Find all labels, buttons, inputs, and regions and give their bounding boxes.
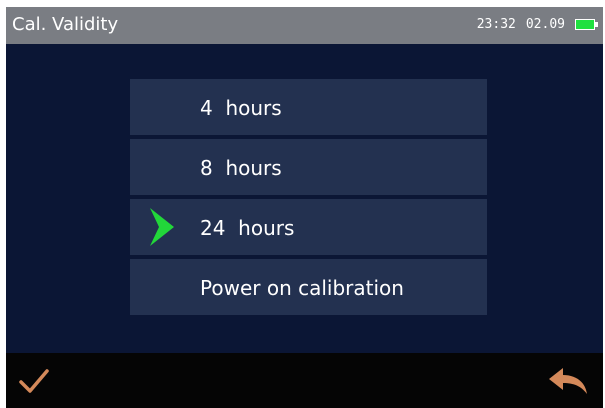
device-screen: Cal. Validity 23:32 02.09 4 hours 8 hour… [6, 7, 603, 408]
option-label: 4 hours [200, 96, 282, 120]
checkmark-icon[interactable] [18, 365, 50, 397]
option-8-hours[interactable]: 8 hours [130, 139, 487, 195]
option-power-on-calibration[interactable]: Power on calibration [130, 259, 487, 315]
back-arrow-icon[interactable] [547, 365, 589, 397]
validity-options-list: 4 hours 8 hours 24 hours Power on calibr… [130, 79, 487, 319]
clock-time: 23:32 [476, 17, 516, 32]
option-label: Power on calibration [200, 276, 404, 300]
status-area: 23:32 02.09 [476, 17, 598, 32]
battery-icon [575, 19, 598, 30]
option-24-hours[interactable]: 24 hours [130, 199, 487, 255]
option-label: 24 hours [200, 216, 295, 240]
clock-date: 02.09 [525, 17, 565, 32]
bottom-bar [6, 353, 603, 408]
arrow-right-icon [150, 208, 174, 246]
page-title: Cal. Validity [12, 14, 119, 35]
title-bar: Cal. Validity 23:32 02.09 [6, 7, 603, 44]
option-4-hours[interactable]: 4 hours [130, 79, 487, 135]
option-label: 8 hours [200, 156, 282, 180]
